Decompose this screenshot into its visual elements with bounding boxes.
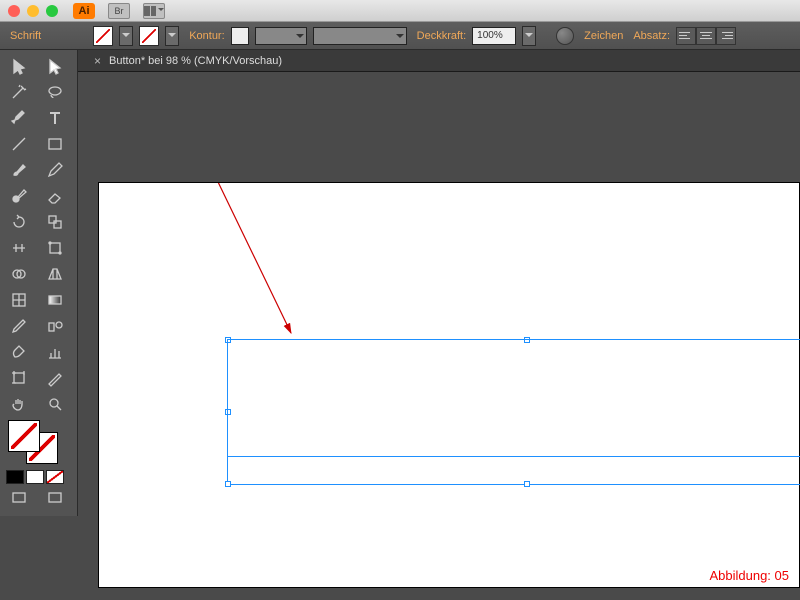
close-icon[interactable]: × <box>94 54 101 68</box>
line-tool[interactable] <box>2 132 36 156</box>
document-tab[interactable]: × Button* bei 98 % (CMYK/Vorschau) <box>84 50 292 71</box>
align-left-button[interactable] <box>676 27 696 45</box>
stroke-profile-dropdown[interactable] <box>313 27 407 45</box>
free-transform-tool[interactable] <box>38 236 72 260</box>
color-mode-row <box>6 470 71 484</box>
screen-mode-normal[interactable] <box>2 486 36 510</box>
fill-stroke-indicator[interactable] <box>4 420 74 466</box>
recolor-artwork-icon[interactable] <box>556 27 574 45</box>
document-window: Abbildung: 05 <box>78 72 800 600</box>
paragraph-align-group <box>676 27 736 45</box>
rotate-tool[interactable] <box>2 210 36 234</box>
magic-wand-tool[interactable] <box>2 80 36 104</box>
document-tab-bar: × Button* bei 98 % (CMYK/Vorschau) <box>0 50 800 72</box>
schrift-label[interactable]: Schrift <box>10 30 41 42</box>
selection-tool[interactable] <box>2 54 36 78</box>
fill-swatch[interactable] <box>93 26 113 46</box>
minimize-window-icon[interactable] <box>27 5 39 17</box>
fill-dropdown[interactable] <box>119 26 133 46</box>
absatz-link[interactable]: Absatz: <box>633 30 670 42</box>
symbol-sprayer-tool[interactable] <box>2 340 36 364</box>
bridge-button[interactable]: Br <box>108 3 130 19</box>
opacity-field[interactable]: 100% <box>472 27 516 45</box>
graph-tool[interactable] <box>38 340 72 364</box>
hand-tool[interactable] <box>2 392 36 416</box>
shape-builder-tool[interactable] <box>2 262 36 286</box>
figure-caption: Abbildung: 05 <box>709 568 789 583</box>
document-title: Button* bei 98 % (CMYK/Vorschau) <box>109 55 282 67</box>
close-window-icon[interactable] <box>8 5 20 17</box>
eraser-tool[interactable] <box>38 184 72 208</box>
blend-tool[interactable] <box>38 314 72 338</box>
change-screen-mode[interactable] <box>38 486 72 510</box>
lasso-tool[interactable] <box>38 80 72 104</box>
gradient-tool[interactable] <box>38 288 72 312</box>
blob-brush-tool[interactable] <box>2 184 36 208</box>
type-tool[interactable] <box>38 106 72 130</box>
workspace-switcher[interactable] <box>143 3 165 19</box>
tools-panel <box>0 50 78 516</box>
artboard[interactable]: Abbildung: 05 <box>98 182 800 588</box>
align-right-button[interactable] <box>716 27 736 45</box>
color-mode-gradient[interactable] <box>26 470 44 484</box>
color-mode-none[interactable] <box>46 470 64 484</box>
window-title-bar: Ai Br <box>0 0 800 22</box>
stroke-swatch[interactable] <box>139 26 159 46</box>
control-bar: Schrift Kontur: Deckkraft: 100% Zeichen … <box>0 22 800 50</box>
selected-object[interactable] <box>227 339 800 457</box>
rectangle-tool[interactable] <box>38 132 72 156</box>
artboard-tool[interactable] <box>2 366 36 390</box>
width-tool[interactable] <box>2 236 36 260</box>
perspective-tool[interactable] <box>38 262 72 286</box>
zeichen-link[interactable]: Zeichen <box>584 30 623 42</box>
opacity-dropdown[interactable] <box>522 26 536 46</box>
app-icon: Ai <box>73 3 95 19</box>
deckkraft-label[interactable]: Deckkraft: <box>417 30 467 42</box>
stroke-weight-dropdown[interactable] <box>255 27 307 45</box>
color-mode-solid[interactable] <box>6 470 24 484</box>
align-center-button[interactable] <box>696 27 716 45</box>
pencil-tool[interactable] <box>38 158 72 182</box>
fill-box[interactable] <box>8 420 40 452</box>
pen-tool[interactable] <box>2 106 36 130</box>
direct-selection-tool[interactable] <box>38 54 72 78</box>
kontur-label[interactable]: Kontur: <box>189 30 224 42</box>
paintbrush-tool[interactable] <box>2 158 36 182</box>
scale-tool[interactable] <box>38 210 72 234</box>
maximize-window-icon[interactable] <box>46 5 58 17</box>
eyedropper-tool[interactable] <box>2 314 36 338</box>
slice-tool[interactable] <box>38 366 72 390</box>
stroke-weight-field[interactable] <box>231 27 249 45</box>
mesh-tool[interactable] <box>2 288 36 312</box>
stroke-dropdown[interactable] <box>165 26 179 46</box>
zoom-tool[interactable] <box>38 392 72 416</box>
